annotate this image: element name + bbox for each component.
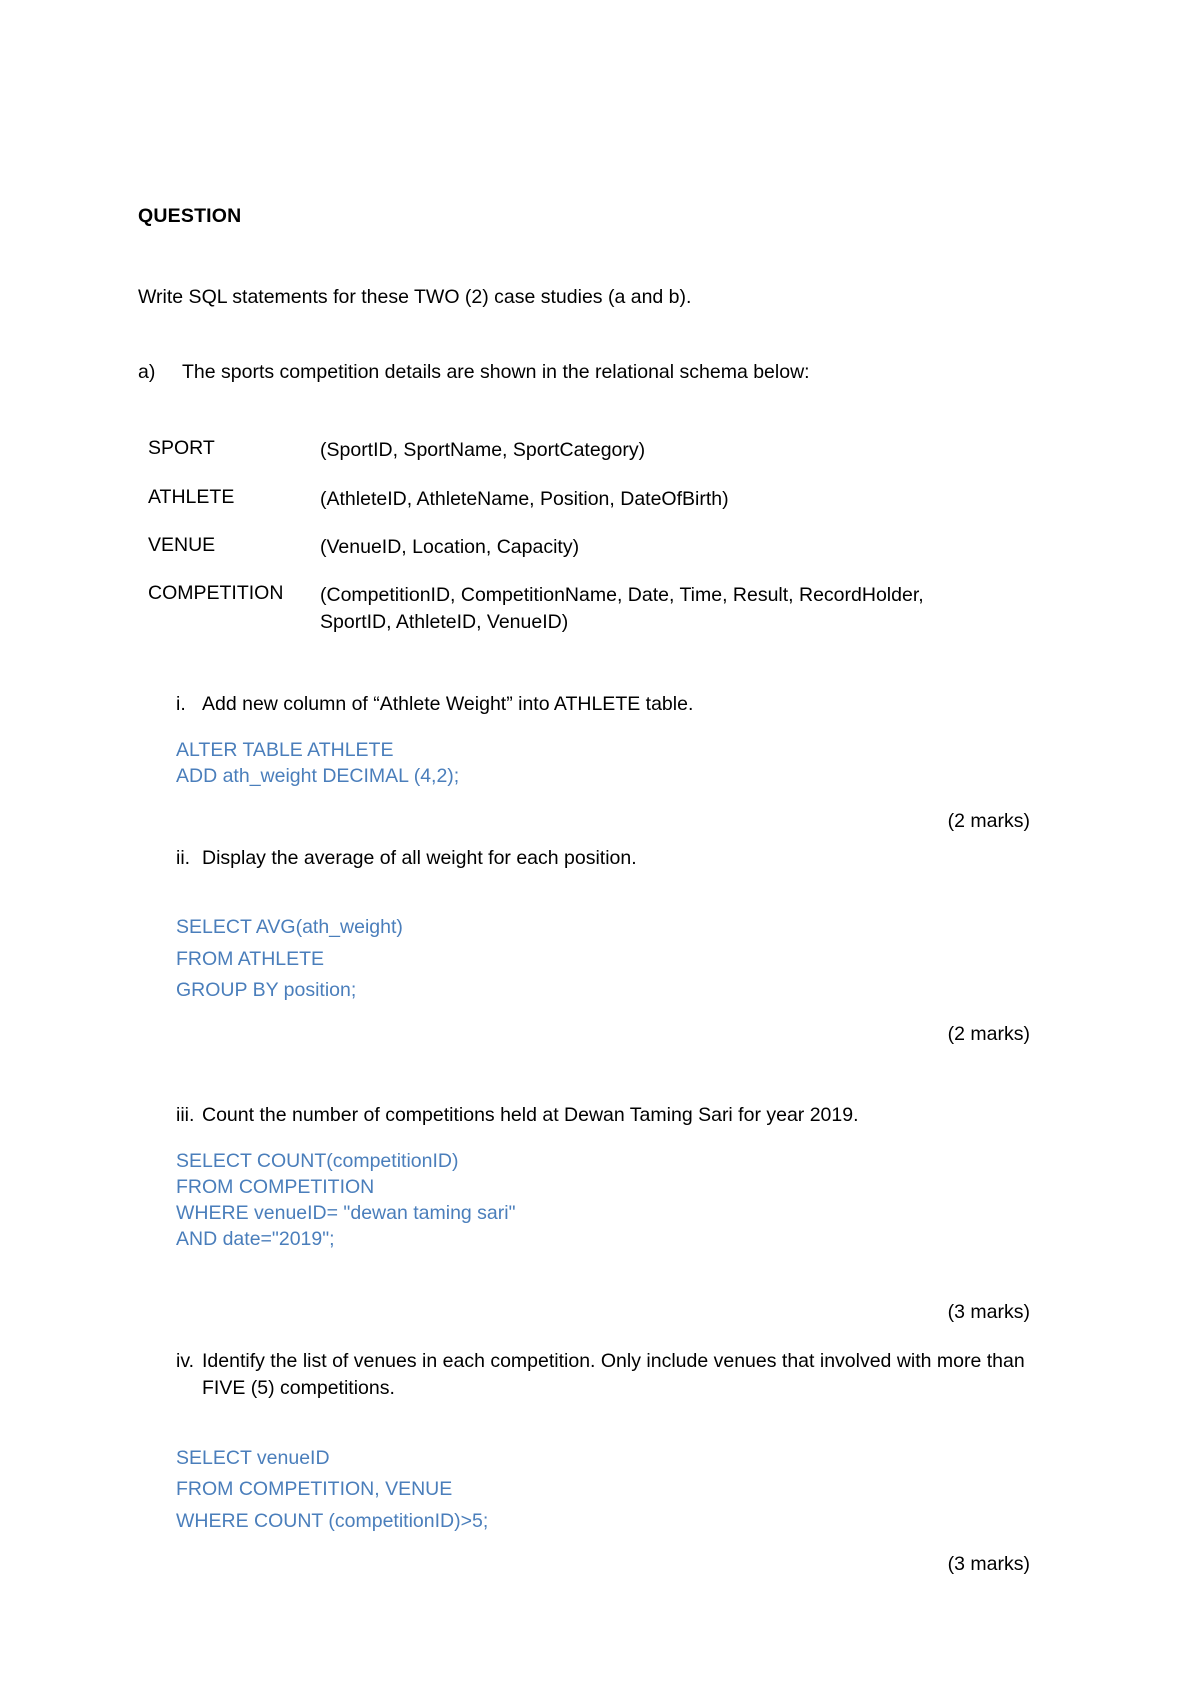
sub-question-iv-marker: iv. xyxy=(176,1349,195,1372)
schema-table-attributes: (SportID, SportName, SportCategory) xyxy=(320,439,646,462)
schema-table-name: ATHLETE xyxy=(148,485,235,508)
sub-question-ii-text: Display the average of all weight for ea… xyxy=(202,846,637,869)
schema-table-name: VENUE xyxy=(148,533,216,556)
sql-answer-iii: SELECT COUNT(competitionID) FROM COMPETI… xyxy=(176,1150,516,1251)
document-page: QUESTION Write SQL statements for these … xyxy=(0,0,1200,1696)
sub-question-i-text: Add new column of “Athlete Weight” into … xyxy=(202,692,694,715)
sub-question-iii-text: Count the number of competitions held at… xyxy=(202,1104,859,1126)
sql-answer-iv: SELECT venueID FROM COMPETITION, VENUE W… xyxy=(176,1446,489,1532)
sub-question-i: i. Add new column of “Athlete Weight” in… xyxy=(176,691,1038,718)
sub-question-iii-marker: iii. xyxy=(176,1104,195,1126)
marks-i: (2 marks) xyxy=(947,809,1030,832)
schema-table-name: COMPETITION xyxy=(148,582,284,605)
schema-table-name: SPORT xyxy=(148,437,215,460)
schema-table-attributes: (CompetitionID, CompetitionName, Date, T… xyxy=(320,582,1038,635)
sub-question-iv-text: Identify the list of venues in each comp… xyxy=(202,1348,1038,1403)
sub-question-ii: ii. Display the average of all weight fo… xyxy=(176,845,1038,872)
schema-attributes-line-1: (CompetitionID, CompetitionName, Date, T… xyxy=(320,584,924,607)
part-a-marker: a) xyxy=(138,361,156,384)
sql-answer-ii: SELECT AVG(ath_weight) FROM ATHLETE GROU… xyxy=(176,916,403,1002)
part-a: a) The sports competition details are sh… xyxy=(138,311,1038,384)
marks-iii: (3 marks) xyxy=(947,1300,1030,1323)
relational-schema: SPORT (SportID, SportName, SportCategory… xyxy=(138,384,1038,635)
sub-question-iv-line-1: Identify the list of venues in each comp… xyxy=(202,1349,932,1372)
document-content: QUESTION Write SQL statements for these … xyxy=(138,0,1038,1576)
sub-question-iii: iii. Count the number of competitions he… xyxy=(176,1102,1038,1129)
schema-row: VENUE (VenueID, Location, Capacity) xyxy=(148,534,1038,560)
schema-table-attributes: (VenueID, Location, Capacity) xyxy=(320,535,580,558)
sub-questions: i. Add new column of “Athlete Weight” in… xyxy=(138,635,1038,1576)
schema-row: ATHLETE (AthleteID, AthleteName, Positio… xyxy=(148,486,1038,512)
page-title: QUESTION xyxy=(138,205,242,227)
sub-question-i-marker: i. xyxy=(176,692,186,715)
part-a-text: The sports competition details are shown… xyxy=(182,361,810,384)
schema-row: COMPETITION (CompetitionID, CompetitionN… xyxy=(148,582,1038,635)
schema-attributes-line-2: SportID, AthleteID, VenueID) xyxy=(320,610,569,633)
sql-answer-i: ALTER TABLE ATHLETE ADD ath_weight DECIM… xyxy=(176,739,460,788)
sub-question-ii-marker: ii. xyxy=(176,846,191,869)
schema-table-attributes: (AthleteID, AthleteName, Position, DateO… xyxy=(320,487,729,510)
marks-ii: (2 marks) xyxy=(947,1023,1030,1045)
sub-question-iv: iv. Identify the list of venues in each … xyxy=(176,1348,1038,1403)
marks-iv: (3 marks) xyxy=(947,1553,1030,1576)
intro-paragraph: Write SQL statements for these TWO (2) c… xyxy=(138,286,692,308)
schema-row: SPORT (SportID, SportName, SportCategory… xyxy=(148,437,1038,463)
